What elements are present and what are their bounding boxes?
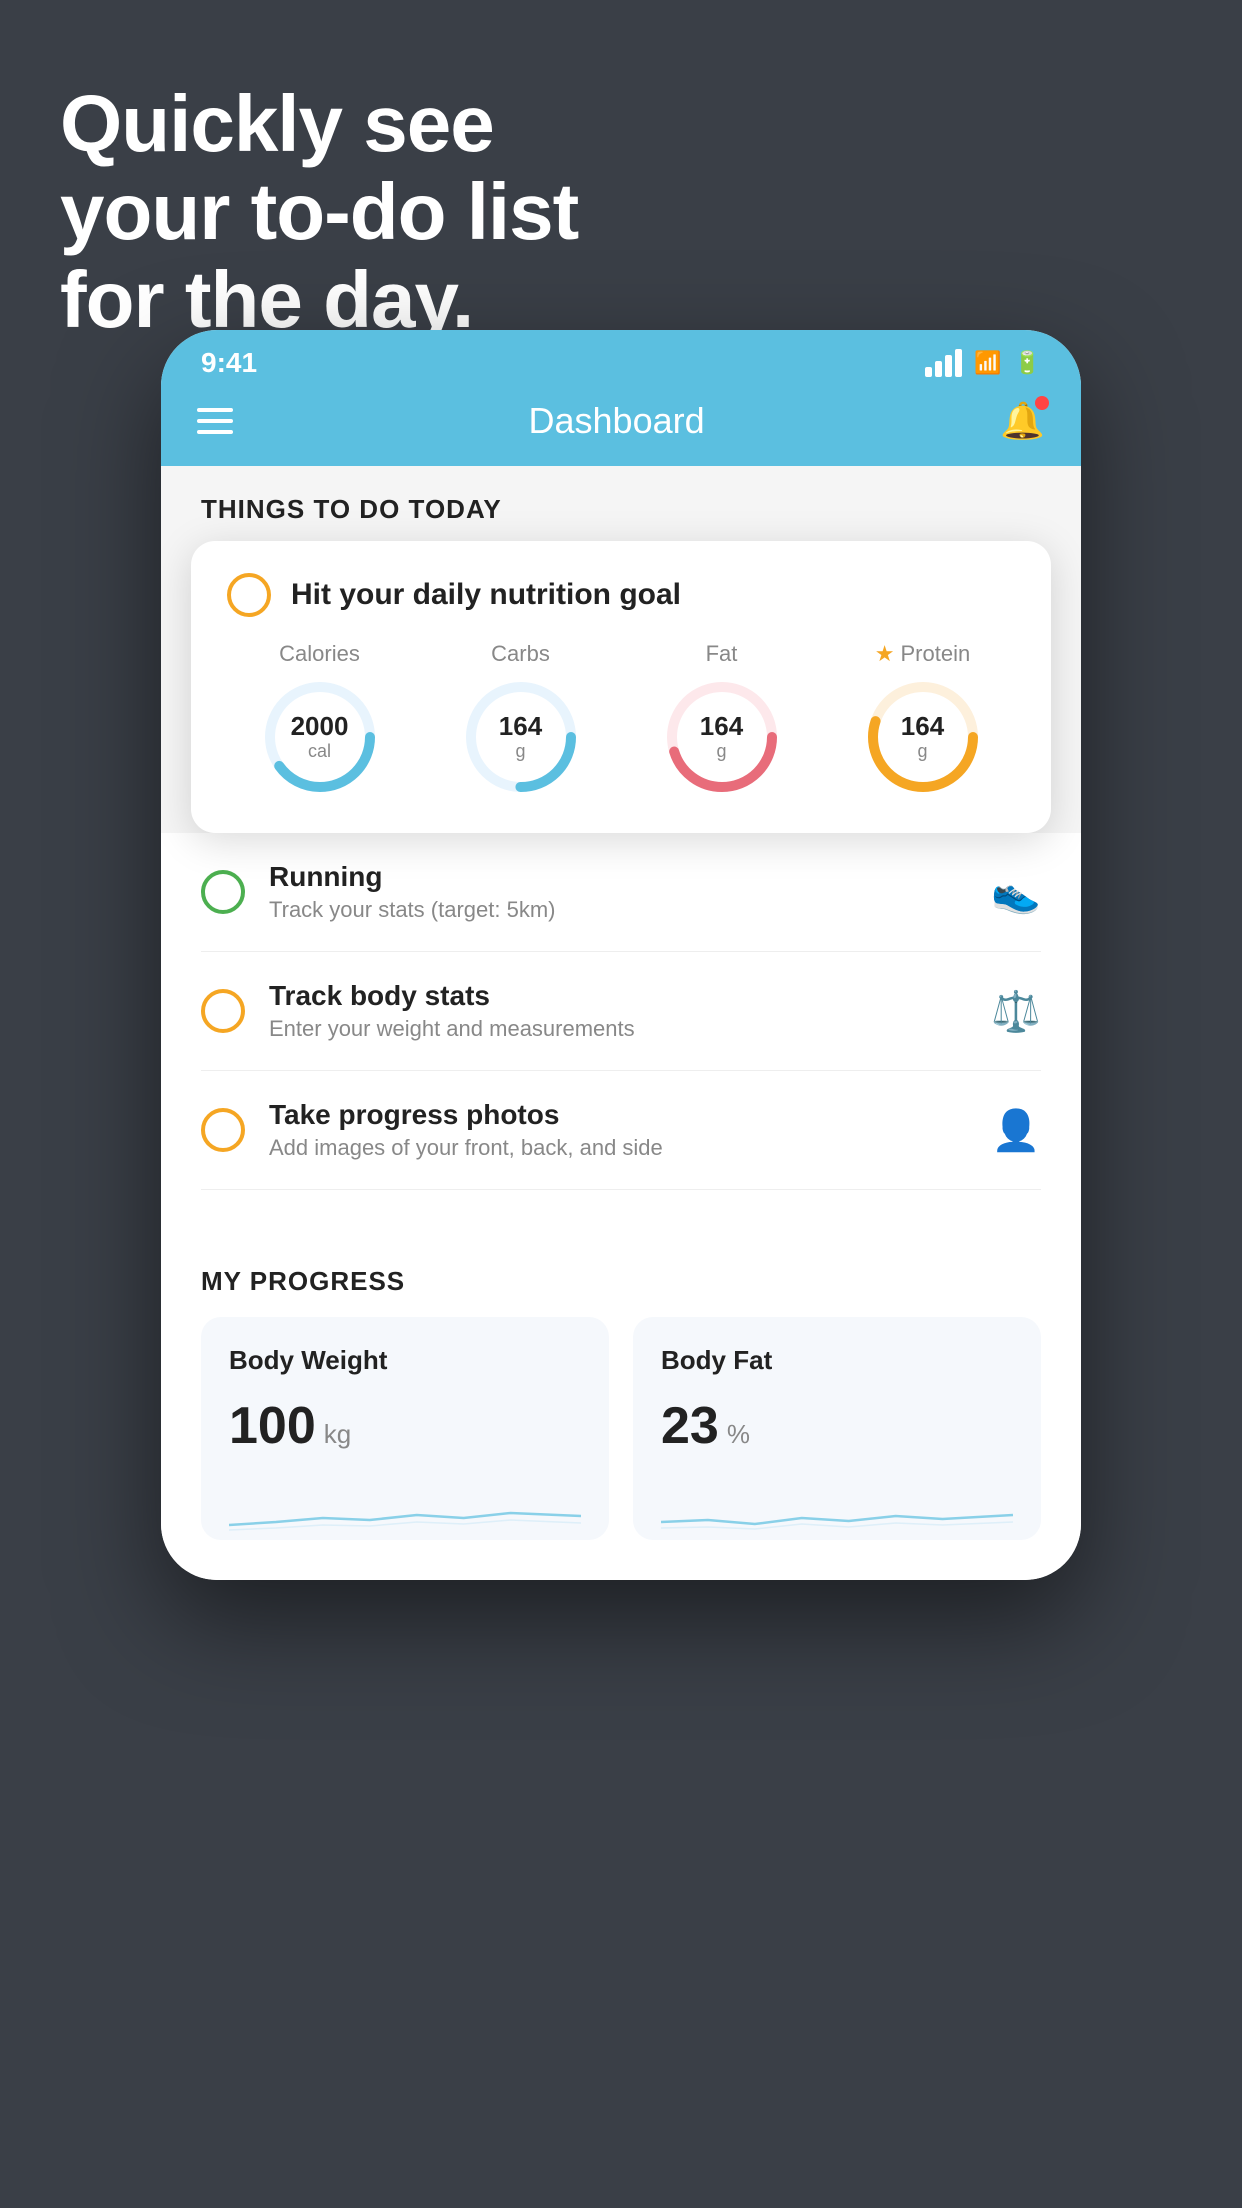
scale-icon: ⚖️ [991,988,1041,1035]
macros-row: Calories 2000 cal Carbs [227,641,1015,797]
donut-fat: 164 g [662,677,782,797]
todo-circle-photos [201,1108,245,1152]
todo-sub-running: Track your stats (target: 5km) [269,897,555,923]
photo-icon: 👤 [991,1107,1041,1154]
todo-name-photos: Take progress photos [269,1099,663,1131]
macro-label-calories: Calories [279,641,360,667]
macro-value-fat: 164 [700,712,743,741]
macro-fat: Fat 164 g [662,641,782,797]
status-time: 9:41 [201,347,257,379]
macro-label-carbs: Carbs [491,641,550,667]
nutrition-card-header: Hit your daily nutrition goal [227,573,1015,617]
progress-value-weight: 100 [229,1396,316,1456]
todo-item-photos[interactable]: Take progress photos Add images of your … [201,1071,1041,1190]
macro-protein: ★ Protein 164 g [863,641,983,797]
progress-section: MY PROGRESS Body Weight 100 kg Body Fa [161,1238,1081,1580]
macro-value-protein: 164 [901,712,944,741]
app-header: Dashboard 🔔 [161,390,1081,466]
macro-label-protein: ★ Protein [875,641,970,667]
progress-card-title-fat: Body Fat [661,1345,1013,1376]
nutrition-card-title: Hit your daily nutrition goal [291,578,681,612]
nutrition-card: Hit your daily nutrition goal Calories 2… [191,541,1051,833]
macro-calories: Calories 2000 cal [260,641,380,797]
progress-unit-weight: kg [324,1419,351,1450]
todo-circle-body-stats [201,989,245,1033]
donut-calories: 2000 cal [260,677,380,797]
todo-sub-body-stats: Enter your weight and measurements [269,1016,635,1042]
todo-item-body-stats[interactable]: Track body stats Enter your weight and m… [201,952,1041,1071]
macro-unit-carbs: g [499,741,542,762]
header-title: Dashboard [529,400,705,442]
todo-item-running[interactable]: Running Track your stats (target: 5km) 👟 [201,833,1041,952]
nutrition-circle-check[interactable] [227,573,271,617]
macro-value-calories: 2000 [291,712,349,741]
bell-icon[interactable]: 🔔 [1000,400,1045,442]
status-bar: 9:41 📶 🔋 [161,330,1081,390]
progress-card-title-weight: Body Weight [229,1345,581,1376]
fat-wave-chart [661,1480,1013,1540]
signal-icon [925,349,962,377]
donut-carbs: 164 g [461,677,581,797]
hero-text: Quickly see your to-do list for the day. [60,80,578,344]
progress-section-title: MY PROGRESS [201,1266,1041,1297]
macro-carbs: Carbs 164 g [461,641,581,797]
running-icon: 👟 [991,869,1041,916]
progress-unit-fat: % [727,1419,750,1450]
donut-protein: 164 g [863,677,983,797]
todo-circle-running [201,870,245,914]
things-section-title: THINGS TO DO TODAY [201,494,1041,525]
macro-value-carbs: 164 [499,712,542,741]
spacer [161,1190,1081,1238]
todo-name-running: Running [269,861,555,893]
status-icons: 📶 🔋 [925,349,1041,377]
weight-wave-chart [229,1480,581,1540]
macro-unit-protein: g [901,741,944,762]
macro-unit-fat: g [700,741,743,762]
hamburger-icon[interactable] [197,408,233,434]
progress-card-weight[interactable]: Body Weight 100 kg [201,1317,609,1540]
progress-cards: Body Weight 100 kg Body Fat 23 % [201,1317,1041,1580]
star-icon: ★ [875,641,895,667]
progress-card-fat[interactable]: Body Fat 23 % [633,1317,1041,1540]
todo-name-body-stats: Track body stats [269,980,635,1012]
wifi-icon: 📶 [974,350,1001,376]
todo-list: Running Track your stats (target: 5km) 👟… [161,833,1081,1190]
things-section: THINGS TO DO TODAY Hit your daily nutrit… [161,466,1081,833]
progress-value-fat: 23 [661,1396,719,1456]
todo-sub-photos: Add images of your front, back, and side [269,1135,663,1161]
macro-unit-calories: cal [291,741,349,762]
phone-mockup: 9:41 📶 🔋 Dashboard 🔔 THINGS TO DO TODAY [161,330,1081,1580]
battery-icon: 🔋 [1014,350,1041,376]
macro-label-fat: Fat [706,641,738,667]
notification-dot [1035,396,1049,410]
